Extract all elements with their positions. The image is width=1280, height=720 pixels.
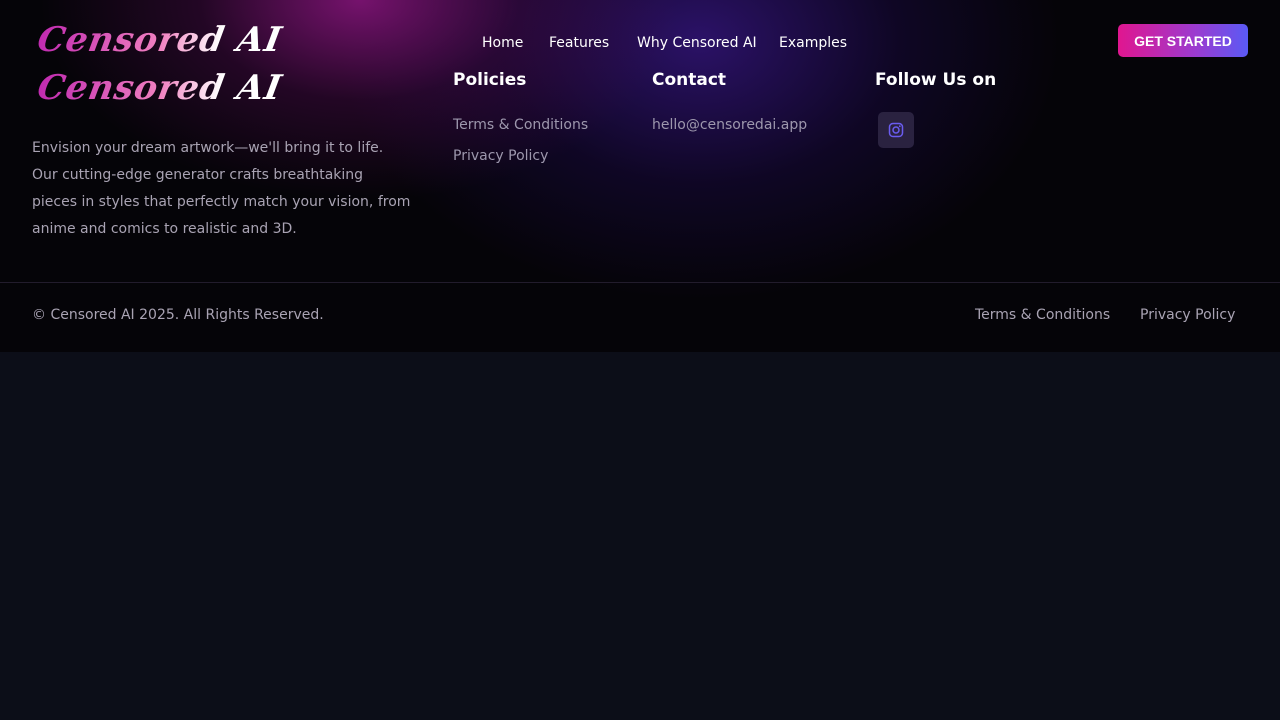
footer: Censored AI Censored AI Envision your dr… <box>0 0 1280 352</box>
copyright: © Censored AI 2025. All Rights Reserved. <box>32 307 324 323</box>
footer-divider <box>0 282 1280 283</box>
logo[interactable]: Censored AI <box>34 20 285 60</box>
follow-heading: Follow Us on <box>875 70 997 90</box>
bottom-privacy-link[interactable]: Privacy Policy <box>1140 307 1235 323</box>
nav-home[interactable]: Home <box>482 35 523 51</box>
policies-heading: Policies <box>453 70 527 90</box>
terms-link[interactable]: Terms & Conditions <box>453 117 588 133</box>
nav-why-censored-ai[interactable]: Why Censored AI <box>637 35 757 51</box>
instagram-button[interactable] <box>878 112 914 148</box>
privacy-link[interactable]: Privacy Policy <box>453 148 548 164</box>
brand-description: Envision your dream artwork—we'll bring … <box>32 140 411 237</box>
instagram-icon <box>888 122 904 138</box>
contact-heading: Contact <box>652 70 727 90</box>
nav-features[interactable]: Features <box>549 35 609 51</box>
get-started-button[interactable]: GET STARTED <box>1118 24 1248 57</box>
contact-email-link[interactable]: hello@censoredai.app <box>652 117 807 133</box>
bottom-terms-link[interactable]: Terms & Conditions <box>975 307 1110 323</box>
nav-examples[interactable]: Examples <box>779 35 847 51</box>
logo-secondary: Censored AI <box>34 68 286 108</box>
